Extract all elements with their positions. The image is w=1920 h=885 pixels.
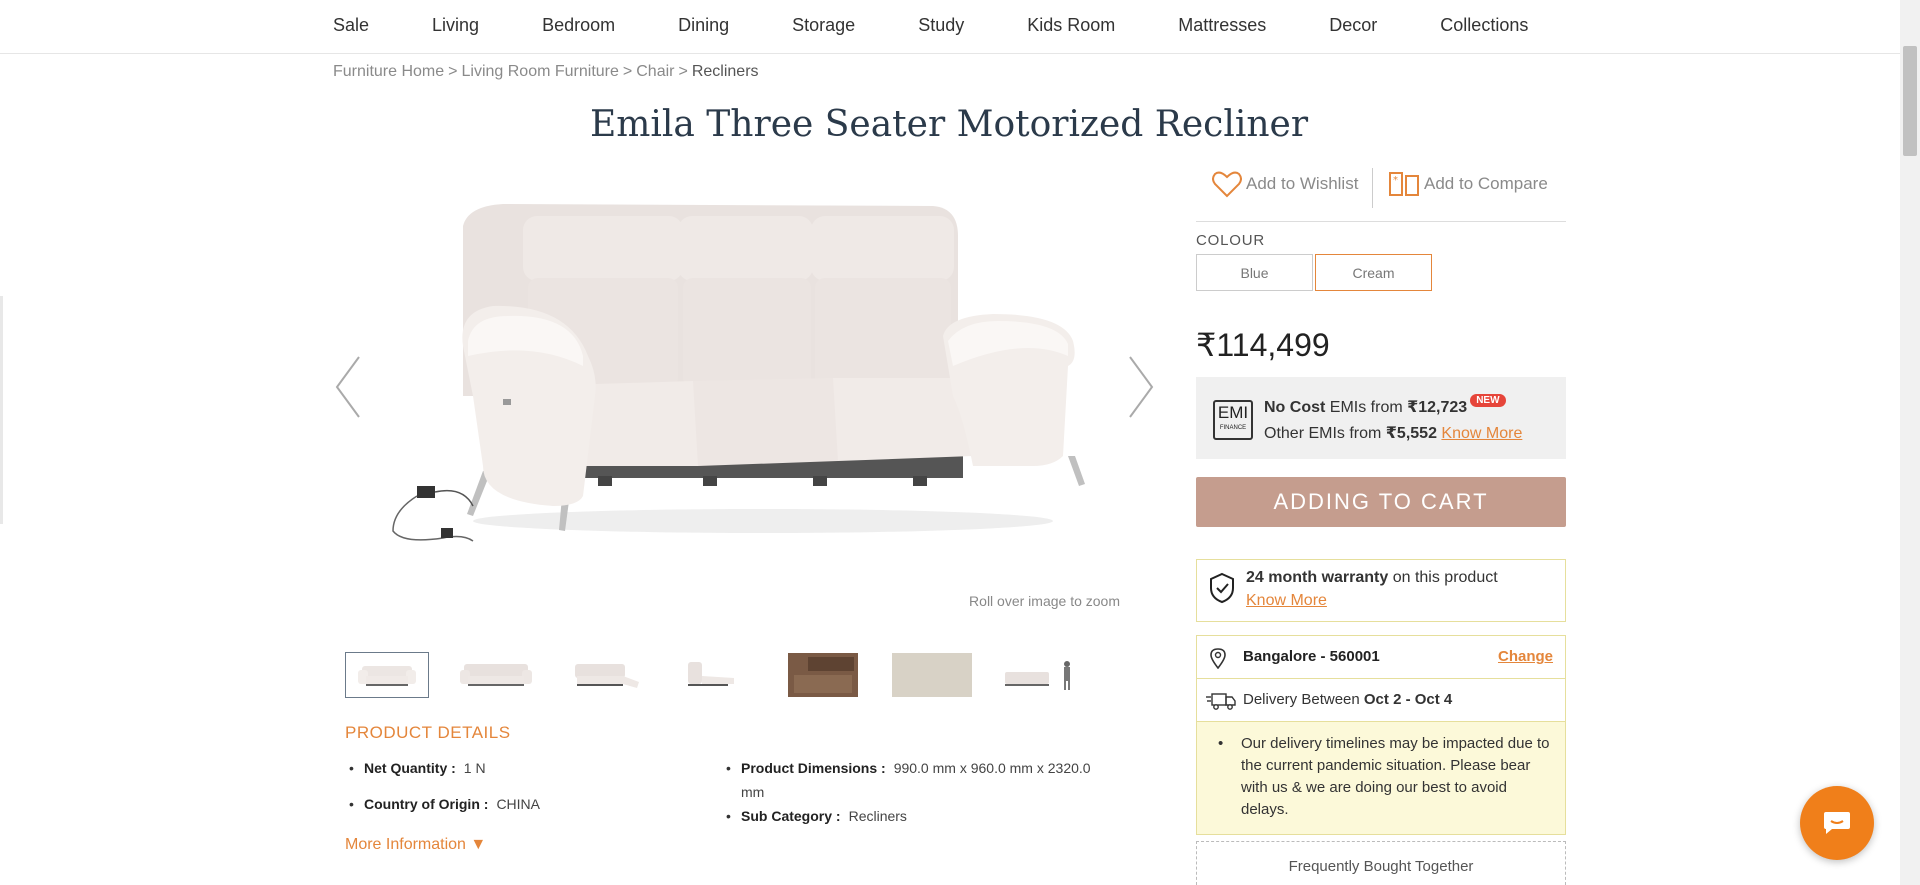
previous-image-arrow[interactable] xyxy=(333,355,363,419)
side-tab-edge xyxy=(0,296,3,524)
compare-label: Add to Compare xyxy=(1424,174,1548,193)
chat-bubble-icon xyxy=(1824,812,1850,834)
add-to-cart-button[interactable]: ADDING TO CART xyxy=(1196,477,1566,527)
add-to-compare-button[interactable]: * Add to Compare xyxy=(1388,170,1548,198)
delivery-truck-icon xyxy=(1206,693,1236,710)
delivery-dates-row: Delivery Between Oct 2 - Oct 4 xyxy=(1197,679,1565,722)
delivery-box: Bangalore - 560001 Change Delivery Betwe… xyxy=(1196,635,1566,835)
detail-label: Country of Origin : xyxy=(364,796,489,812)
notice-bullet: • xyxy=(1218,735,1224,752)
detail-label: Product Dimensions : xyxy=(741,760,886,776)
thumbnail-front-view[interactable] xyxy=(345,652,429,698)
thumbnail-scale-view[interactable] xyxy=(999,652,1083,698)
delivery-location: Bangalore - 560001 xyxy=(1243,648,1380,665)
thumbnail-material-wood[interactable] xyxy=(781,652,865,698)
nav-item-kids-room[interactable]: Kids Room xyxy=(1027,15,1115,36)
nav-item-sale[interactable]: Sale xyxy=(333,15,369,36)
add-to-wishlist-button[interactable]: Add to Wishlist xyxy=(1212,170,1358,198)
product-details-heading: PRODUCT DETAILS xyxy=(345,723,511,742)
breadcrumb-separator: > xyxy=(448,63,458,80)
chat-widget-button[interactable] xyxy=(1800,786,1874,860)
emi-line2-text: Other EMIs from xyxy=(1264,425,1386,442)
compare-icon: * xyxy=(1389,172,1419,196)
breadcrumb-chair[interactable]: Chair xyxy=(636,63,674,80)
emi-other-line: Other EMIs from ₹5,552 Know More xyxy=(1264,423,1522,443)
nav-item-bedroom[interactable]: Bedroom xyxy=(542,15,615,36)
detail-value: Recliners xyxy=(848,808,907,824)
detail-country-of-origin: Country of Origin : CHINA xyxy=(345,792,705,816)
product-actions: Add to Wishlist * Add to Compare xyxy=(1196,164,1566,222)
thumbnail-strip xyxy=(345,652,1108,698)
wishlist-label: Add to Wishlist xyxy=(1246,174,1359,193)
thumbnail-reclined-view[interactable] xyxy=(563,652,647,698)
warranty-duration: 24 month warranty xyxy=(1246,569,1389,586)
nav-item-collections[interactable]: Collections xyxy=(1440,15,1528,36)
frequently-bought-together[interactable]: Frequently Bought Together xyxy=(1196,841,1566,885)
detail-value: CHINA xyxy=(496,796,540,812)
emi-no-cost-label: No Cost xyxy=(1264,399,1326,416)
detail-product-dimensions: Product Dimensions :990.0 mm x 960.0 mm … xyxy=(722,756,1102,804)
pandemic-notice: • Our delivery timelines may be impacted… xyxy=(1197,722,1565,834)
emi-other-amount: ₹5,552 xyxy=(1385,425,1437,442)
warranty-box: 24 month warranty on this product Know M… xyxy=(1196,559,1566,622)
thumbnail-fabric-swatch[interactable] xyxy=(890,652,974,698)
svg-text:*: * xyxy=(1393,175,1398,186)
change-location-link[interactable]: Change xyxy=(1498,648,1553,665)
emi-no-cost-amount: ₹12,723 xyxy=(1407,399,1468,416)
breadcrumb-furniture-home[interactable]: Furniture Home xyxy=(333,63,444,80)
shield-check-icon xyxy=(1210,572,1234,604)
delivery-dates: Delivery Between Oct 2 - Oct 4 xyxy=(1243,691,1452,708)
delivery-prefix: Delivery Between xyxy=(1243,691,1364,708)
product-price: ₹114,499 xyxy=(1196,327,1330,363)
scrollbar-thumb[interactable] xyxy=(1903,46,1917,156)
nav-item-dining[interactable]: Dining xyxy=(678,15,729,36)
nav-item-living[interactable]: Living xyxy=(432,15,479,36)
emi-know-more-link[interactable]: Know More xyxy=(1441,425,1522,442)
notice-text: Our delivery timelines may be impacted d… xyxy=(1241,735,1550,818)
detail-value: 1 N xyxy=(463,760,486,776)
location-row: Bangalore - 560001 Change xyxy=(1197,636,1565,679)
nav-item-storage[interactable]: Storage xyxy=(792,15,855,36)
emi-logo-text: EMI xyxy=(1217,403,1249,422)
colour-option-blue[interactable]: Blue xyxy=(1196,254,1313,291)
thumbnail-straight-view[interactable] xyxy=(454,652,538,698)
breadcrumb-separator: > xyxy=(678,63,688,80)
breadcrumb-living-room-furniture[interactable]: Living Room Furniture xyxy=(462,63,619,80)
nav-item-mattresses[interactable]: Mattresses xyxy=(1178,15,1266,36)
detail-label: Net Quantity : xyxy=(364,760,456,776)
thumbnail-side-view[interactable] xyxy=(672,652,756,698)
zoom-hint: Roll over image to zoom xyxy=(969,593,1120,609)
product-details-right: Product Dimensions :990.0 mm x 960.0 mm … xyxy=(722,756,1102,840)
nav-item-study[interactable]: Study xyxy=(918,15,964,36)
colour-label: COLOUR xyxy=(1196,232,1265,249)
warranty-know-more-link[interactable]: Know More xyxy=(1246,592,1327,609)
actions-divider xyxy=(1372,168,1373,208)
heart-icon xyxy=(1212,171,1242,198)
emi-box: EMI FINANCE No Cost EMIs from ₹12,723 NEW… xyxy=(1196,377,1566,459)
detail-label: Sub Category : xyxy=(741,808,841,824)
delivery-date-range: Oct 2 - Oct 4 xyxy=(1363,691,1453,708)
warranty-rest: on this product xyxy=(1388,569,1498,586)
emi-logo-sub: FINANCE xyxy=(1219,425,1247,431)
detail-sub-category: Sub Category : Recliners xyxy=(722,804,1102,828)
page-scrollbar[interactable] xyxy=(1900,0,1920,885)
emi-line1-text: EMIs from xyxy=(1325,399,1408,416)
product-title: Emila Three Seater Motorized Recliner xyxy=(589,104,1309,145)
warranty-text: 24 month warranty on this product xyxy=(1246,569,1498,587)
product-details-left: Net Quantity : 1 N Country of Origin : CHI… xyxy=(345,756,705,828)
next-image-arrow[interactable] xyxy=(1126,355,1156,419)
location-pin-icon xyxy=(1210,648,1226,669)
more-information-link[interactable]: More Information ▼ xyxy=(345,836,486,854)
breadcrumb: Furniture Home > Living Room Furniture > Cha… xyxy=(333,63,759,81)
nav-item-decor[interactable]: Decor xyxy=(1329,15,1377,36)
product-main-image[interactable] xyxy=(333,166,1153,626)
top-navigation: Sale Living Bedroom Dining Storage Study… xyxy=(0,0,1900,54)
emi-finance-icon: EMI FINANCE xyxy=(1213,400,1253,440)
emi-no-cost-line: No Cost EMIs from ₹12,723 NEW xyxy=(1264,394,1506,417)
detail-net-quantity: Net Quantity : 1 N xyxy=(345,756,705,780)
colour-option-cream[interactable]: Cream xyxy=(1315,254,1432,291)
breadcrumb-current: Recliners xyxy=(691,63,759,80)
breadcrumb-separator: > xyxy=(622,63,633,80)
new-badge: NEW xyxy=(1470,394,1506,407)
